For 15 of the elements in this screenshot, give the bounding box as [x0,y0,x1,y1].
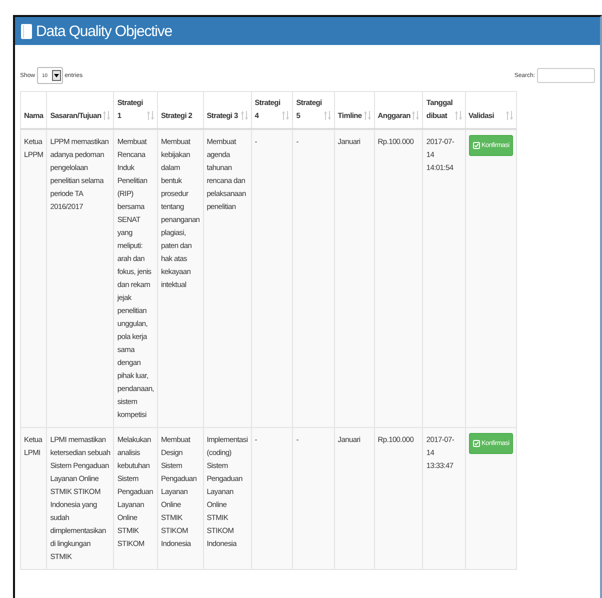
check-square-icon [472,142,480,149]
panel-title: Data Quality Objective [36,22,172,40]
sort-icon [324,111,331,120]
sort-icon [412,111,420,120]
search-field[interactable] [537,68,595,83]
sort-icon [364,111,371,120]
sort-icon [240,111,248,120]
sort-icon [282,111,290,120]
sort-icon [146,111,154,120]
sort-icon [506,111,514,120]
book-icon [21,24,32,38]
sort-icon [454,111,462,120]
sort-icon [103,111,110,120]
check-square-icon [472,440,480,447]
caret-icon [52,70,61,81]
